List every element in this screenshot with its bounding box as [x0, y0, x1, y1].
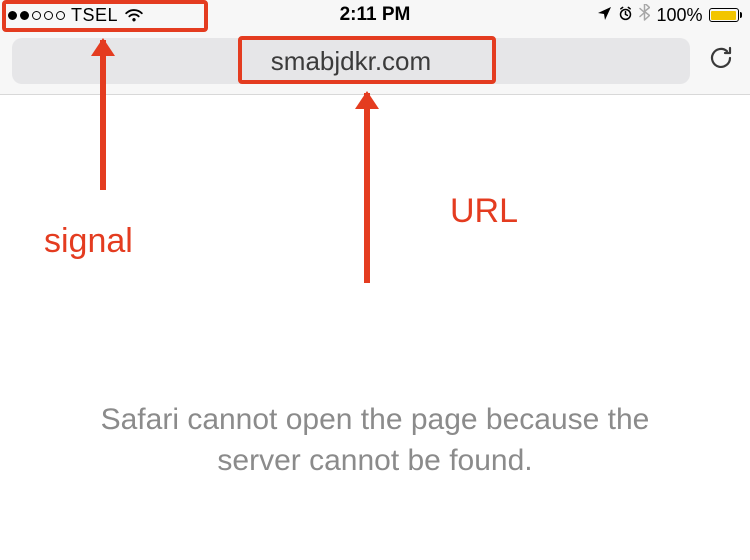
reload-icon [708, 44, 734, 72]
annotation-label-signal: signal [44, 222, 133, 261]
location-icon [597, 5, 612, 26]
reload-button[interactable] [704, 44, 738, 79]
error-message: Safari cannot open the page because the … [0, 400, 750, 481]
battery-icon [709, 8, 743, 22]
status-right: 100% [597, 4, 742, 26]
annotation-arrow-signal [100, 40, 106, 190]
annotation-arrow-url [364, 93, 370, 283]
annotation-label-url: URL [450, 192, 518, 231]
annotation-box-url [238, 36, 496, 84]
bluetooth-icon [639, 4, 650, 26]
alarm-icon [618, 5, 633, 26]
annotation-box-signal [2, 0, 208, 32]
clock-label: 2:11 PM [340, 4, 411, 26]
battery-percent-label: 100% [656, 5, 702, 26]
